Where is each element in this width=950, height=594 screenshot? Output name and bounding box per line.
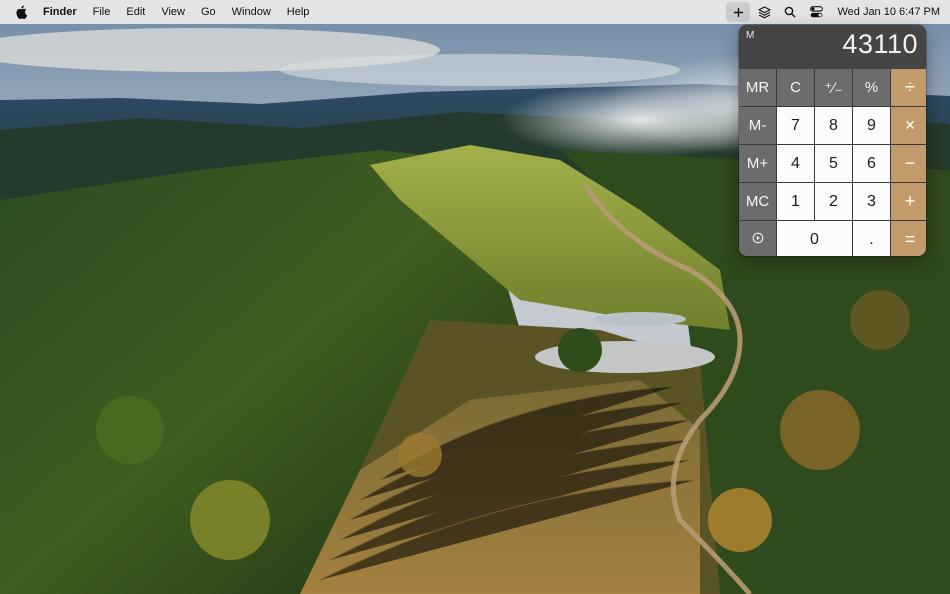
percent-button[interactable]: % — [853, 69, 890, 106]
menu-bar: Finder File Edit View Go Window Help Wed… — [0, 0, 950, 24]
menu-window[interactable]: Window — [224, 0, 279, 24]
multiply-button[interactable]: × — [891, 107, 926, 144]
sign-toggle-button[interactable]: ⁺∕₋ — [815, 69, 852, 106]
desktop[interactable]: Finder File Edit View Go Window Help Wed… — [0, 0, 950, 594]
digit-4-button[interactable]: 4 — [777, 145, 814, 182]
decimal-button[interactable]: . — [853, 221, 890, 256]
menu-bar-status-area: Wed Jan 10 6:47 PM — [725, 0, 950, 24]
digit-7-button[interactable]: 7 — [777, 107, 814, 144]
menu-app-name[interactable]: Finder — [43, 0, 85, 24]
divide-button[interactable]: ÷ — [891, 69, 926, 106]
display-value: 43110 — [842, 29, 918, 59]
menu-view[interactable]: View — [153, 0, 193, 24]
equals-button[interactable]: = — [891, 221, 926, 256]
menu-help[interactable]: Help — [279, 0, 318, 24]
digit-3-button[interactable]: 3 — [853, 183, 890, 220]
memory-clear-button[interactable]: MC — [739, 183, 776, 220]
digit-5-button[interactable]: 5 — [815, 145, 852, 182]
calculator-menu-button[interactable] — [739, 221, 776, 256]
plus-icon[interactable] — [726, 2, 751, 22]
control-center-icon[interactable] — [804, 2, 828, 22]
menu-go[interactable]: Go — [193, 0, 224, 24]
menu-bar-clock[interactable]: Wed Jan 10 6:47 PM — [837, 6, 940, 18]
memory-plus-button[interactable]: M+ — [739, 145, 776, 182]
calculator-window: M 43110 MR C ⁺∕₋% ÷ M- 7 8 9 × M+ 4 5 6− MC 1 2 3 +0. = — [739, 25, 926, 256]
menu-edit[interactable]: Edit — [118, 0, 153, 24]
calculator-keypad: MR C ⁺∕₋% ÷ M- 7 8 9 × M+ 4 5 6− MC 1 2 3 +0. = — [739, 69, 926, 256]
layers-icon[interactable] — [752, 2, 776, 22]
memory-minus-button[interactable]: M- — [739, 107, 776, 144]
digit-0-button[interactable]: 0 — [777, 221, 852, 256]
memory-indicator: M — [746, 30, 755, 41]
subtract-button[interactable]: − — [891, 145, 926, 182]
calculator-display: M 43110 — [739, 25, 926, 69]
clear-button[interactable]: C — [777, 69, 814, 106]
digit-9-button[interactable]: 9 — [853, 107, 890, 144]
add-button[interactable]: + — [891, 183, 926, 220]
memory-recall-button[interactable]: MR — [739, 69, 776, 106]
apple-logo-icon[interactable] — [13, 0, 29, 24]
digit-6-button[interactable]: 6 — [853, 145, 890, 182]
digit-8-button[interactable]: 8 — [815, 107, 852, 144]
search-icon[interactable] — [778, 2, 802, 22]
digit-2-button[interactable]: 2 — [815, 183, 852, 220]
digit-1-button[interactable]: 1 — [777, 183, 814, 220]
calculator-icon — [752, 231, 764, 248]
menu-file[interactable]: File — [85, 0, 119, 24]
menu-bar-left: Finder File Edit View Go Window Help — [0, 0, 317, 24]
